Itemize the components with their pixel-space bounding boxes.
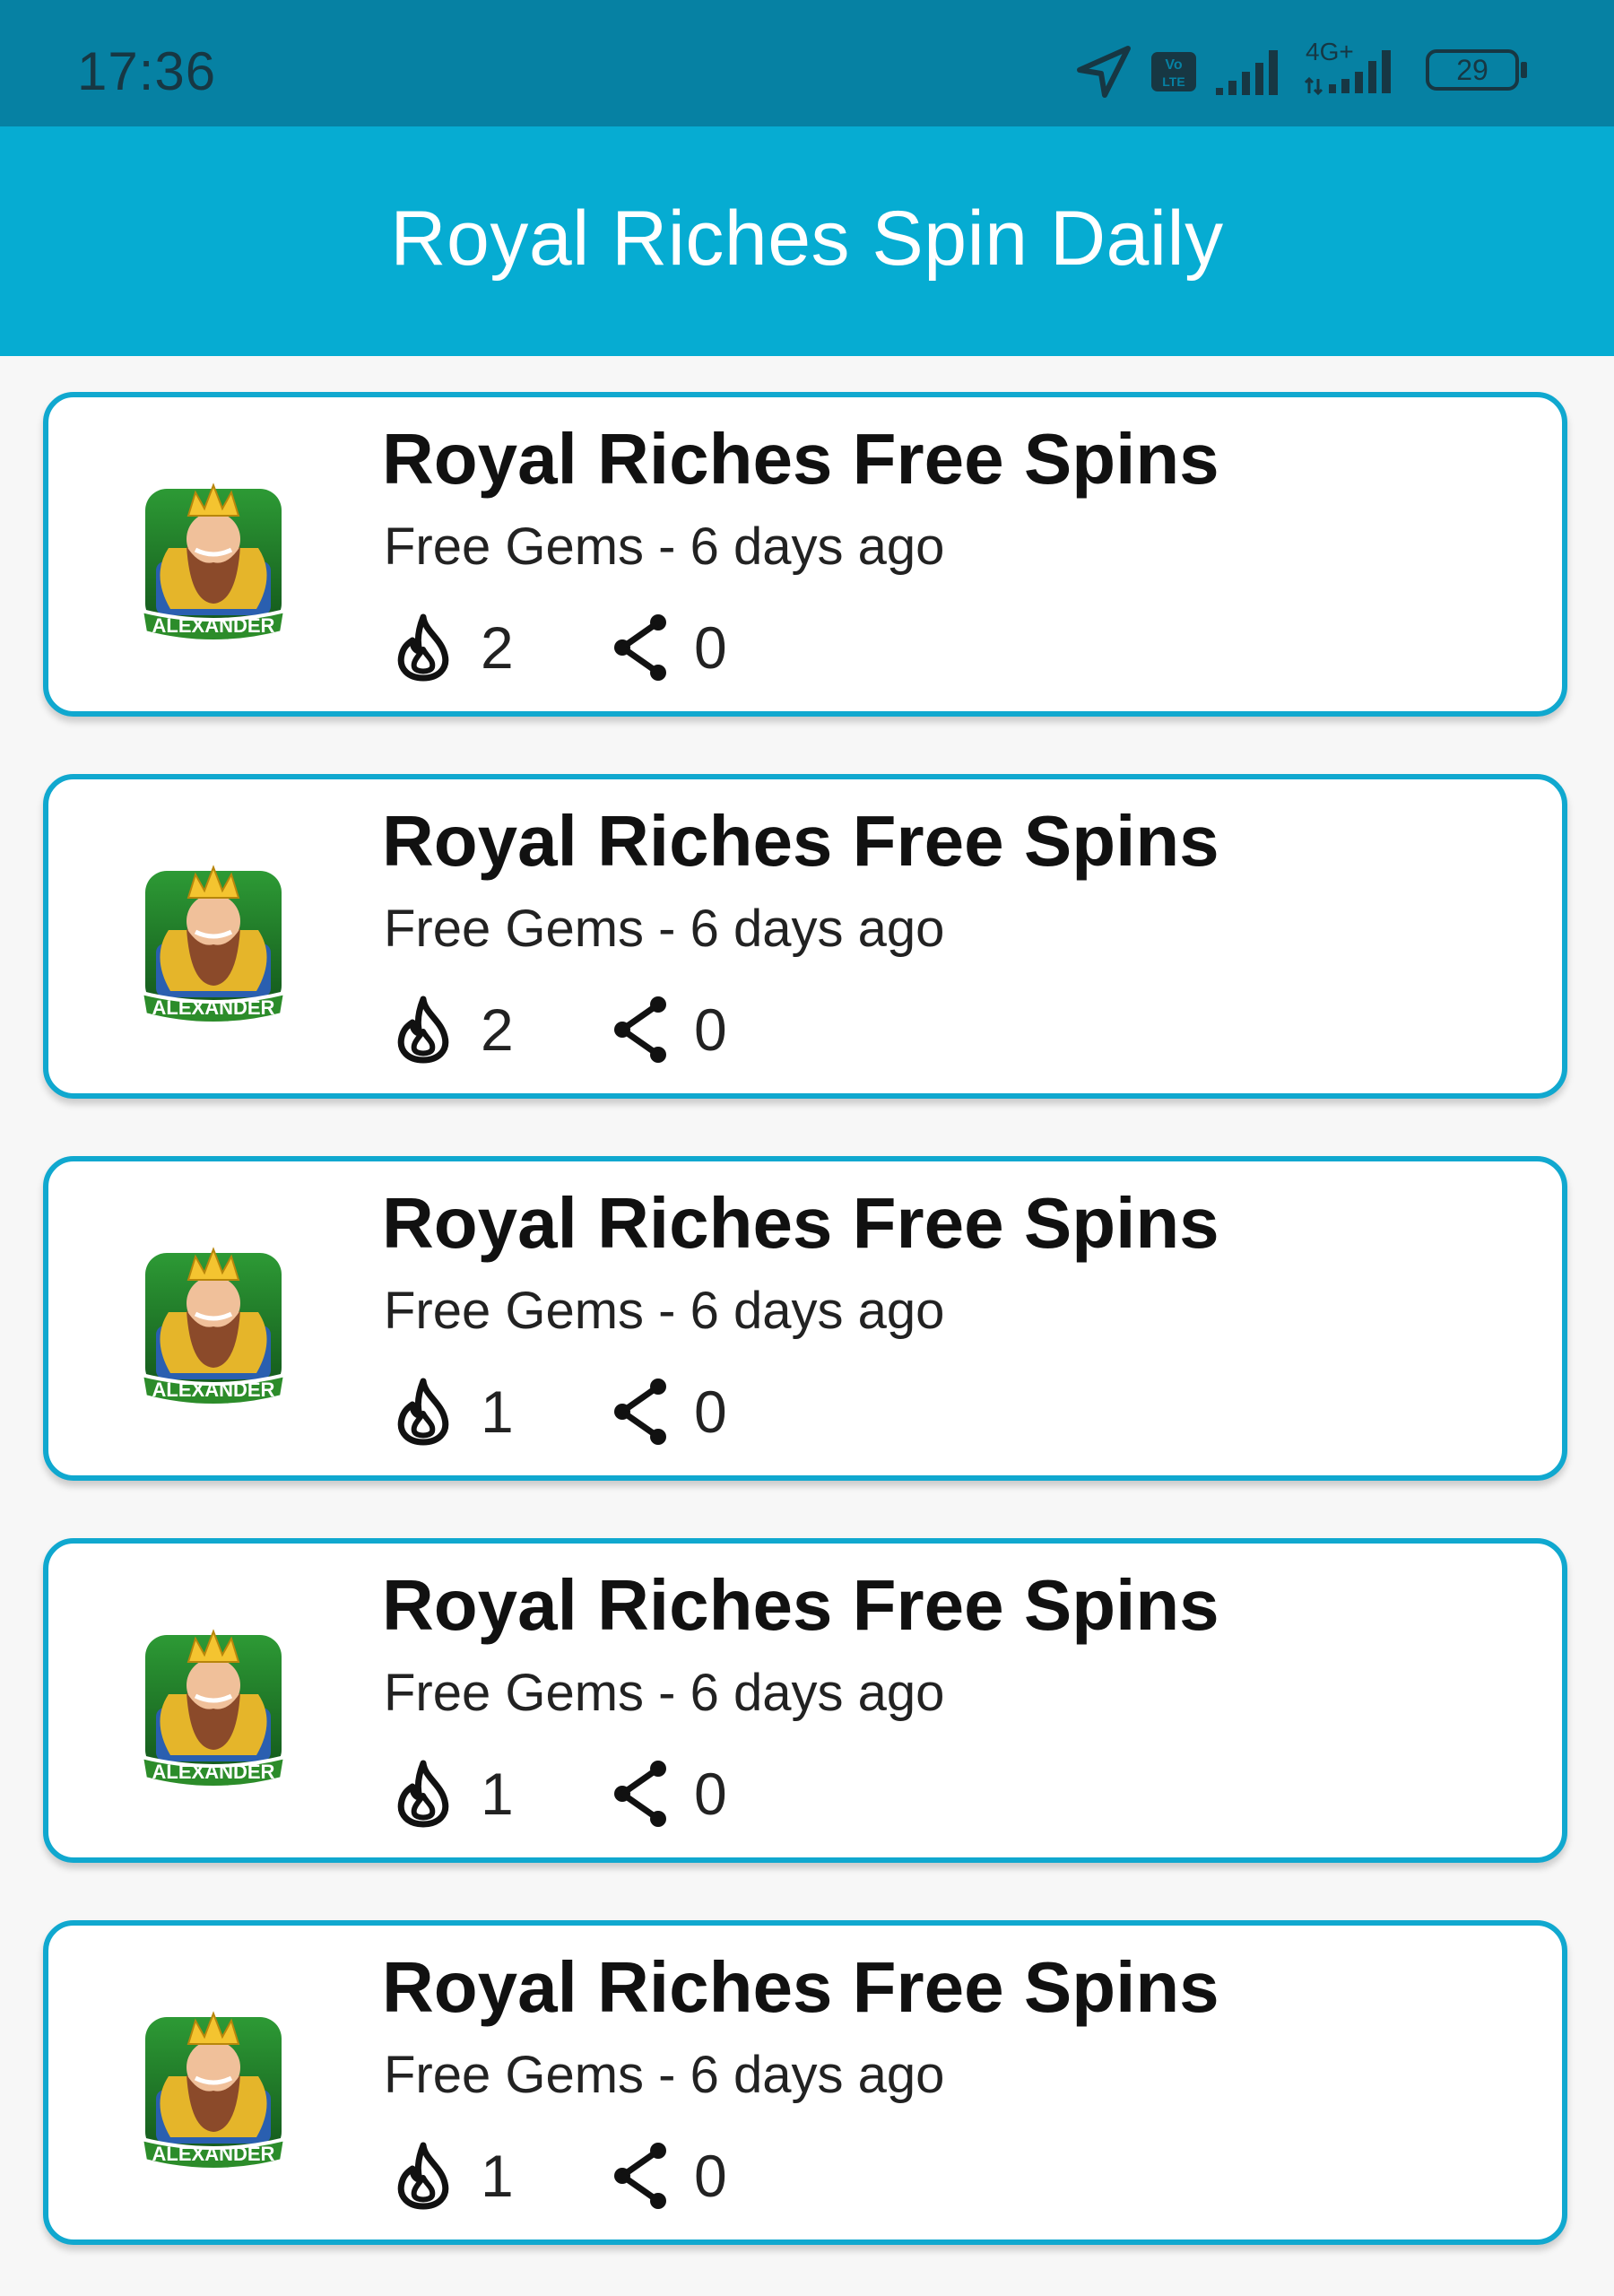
card-title: Royal Riches Free Spins bbox=[382, 1565, 1219, 1645]
status-bar: 17:36 Vo LTE 4G+ 29 bbox=[0, 0, 1614, 126]
fire-count: 2 bbox=[481, 614, 514, 681]
card-subtitle: Free Gems - 6 days ago bbox=[384, 1664, 945, 1722]
fire-icon bbox=[397, 613, 449, 682]
card-stats: 2 0 bbox=[393, 993, 727, 1066]
volte-icon: Vo LTE bbox=[1151, 52, 1196, 91]
avatar-label: ALEXANDER bbox=[152, 1761, 275, 1783]
alexander-avatar-icon: ALEXANDER bbox=[139, 1629, 288, 1789]
card-stats: 1 0 bbox=[393, 2139, 727, 2213]
fire-stat[interactable]: 1 bbox=[393, 1375, 608, 1448]
card-stats: 1 0 bbox=[393, 1757, 727, 1831]
share-count: 0 bbox=[694, 1761, 727, 1827]
share-icon bbox=[614, 2143, 666, 2209]
fire-count: 1 bbox=[481, 1761, 514, 1827]
alexander-avatar-icon: ALEXANDER bbox=[139, 1247, 288, 1407]
avatar-label: ALEXANDER bbox=[152, 614, 275, 637]
fire-stat[interactable]: 2 bbox=[393, 993, 608, 1066]
app-title: Royal Riches Spin Daily bbox=[390, 196, 1224, 282]
battery-icon: 29 bbox=[1426, 49, 1532, 94]
volte-label-bottom: LTE bbox=[1162, 74, 1184, 89]
share-stat[interactable]: 0 bbox=[608, 1757, 727, 1831]
fire-icon bbox=[397, 996, 449, 1064]
post-card[interactable]: ALEXANDER Royal Riches Free Spins Free G… bbox=[43, 1920, 1567, 2245]
post-card[interactable]: ALEXANDER Royal Riches Free Spins Free G… bbox=[43, 1538, 1567, 1863]
fire-icon bbox=[397, 1760, 449, 1828]
fire-icon bbox=[397, 2142, 449, 2210]
fire-stat[interactable]: 1 bbox=[393, 1757, 608, 1831]
share-icon bbox=[614, 996, 666, 1063]
share-stat[interactable]: 0 bbox=[608, 2139, 727, 2213]
alexander-avatar-icon: ALEXANDER bbox=[139, 865, 288, 1025]
card-title: Royal Riches Free Spins bbox=[382, 1947, 1219, 2027]
card-subtitle: Free Gems - 6 days ago bbox=[384, 517, 945, 576]
post-card[interactable]: ALEXANDER Royal Riches Free Spins Free G… bbox=[43, 1156, 1567, 1481]
avatar-label: ALEXANDER bbox=[152, 2143, 275, 2165]
battery-level: 29 bbox=[1456, 54, 1488, 86]
share-count: 0 bbox=[694, 996, 727, 1063]
alexander-avatar-icon: ALEXANDER bbox=[139, 2011, 288, 2171]
card-subtitle: Free Gems - 6 days ago bbox=[384, 2046, 945, 2104]
card-subtitle: Free Gems - 6 days ago bbox=[384, 900, 945, 958]
alexander-avatar-icon: ALEXANDER bbox=[139, 483, 288, 643]
avatar-label: ALEXANDER bbox=[152, 996, 275, 1019]
app-bar: Royal Riches Spin Daily bbox=[0, 126, 1614, 356]
fire-count: 2 bbox=[481, 996, 514, 1063]
share-icon bbox=[614, 1378, 666, 1445]
status-time: 17:36 bbox=[77, 41, 217, 101]
share-icon bbox=[614, 614, 666, 681]
share-count: 0 bbox=[694, 2143, 727, 2209]
volte-label-top: Vo bbox=[1165, 57, 1182, 73]
post-card[interactable]: ALEXANDER Royal Riches Free Spins Free G… bbox=[43, 774, 1567, 1099]
card-title: Royal Riches Free Spins bbox=[382, 1183, 1219, 1263]
post-card[interactable]: ALEXANDER Royal Riches Free Spins Free G… bbox=[43, 392, 1567, 717]
share-count: 0 bbox=[694, 614, 727, 681]
share-stat[interactable]: 0 bbox=[608, 611, 727, 684]
fire-stat[interactable]: 2 bbox=[393, 611, 608, 684]
share-stat[interactable]: 0 bbox=[608, 1375, 727, 1448]
share-count: 0 bbox=[694, 1378, 727, 1445]
fire-icon bbox=[397, 1378, 449, 1446]
fire-count: 1 bbox=[481, 1378, 514, 1445]
fire-count: 1 bbox=[481, 2143, 514, 2209]
card-title: Royal Riches Free Spins bbox=[382, 419, 1219, 499]
card-stats: 2 0 bbox=[393, 611, 727, 684]
signal-4g-icon: 4G+ bbox=[1304, 38, 1404, 100]
location-arrow-icon bbox=[1077, 46, 1131, 98]
card-subtitle: Free Gems - 6 days ago bbox=[384, 1282, 945, 1340]
avatar-label: ALEXANDER bbox=[152, 1378, 275, 1401]
signal-icon bbox=[1216, 50, 1278, 95]
share-icon bbox=[614, 1761, 666, 1827]
share-stat[interactable]: 0 bbox=[608, 993, 727, 1066]
card-title: Royal Riches Free Spins bbox=[382, 801, 1219, 881]
card-stats: 1 0 bbox=[393, 1375, 727, 1448]
status-icons: Vo LTE 4G+ 29 bbox=[1072, 38, 1532, 103]
fire-stat[interactable]: 1 bbox=[393, 2139, 608, 2213]
